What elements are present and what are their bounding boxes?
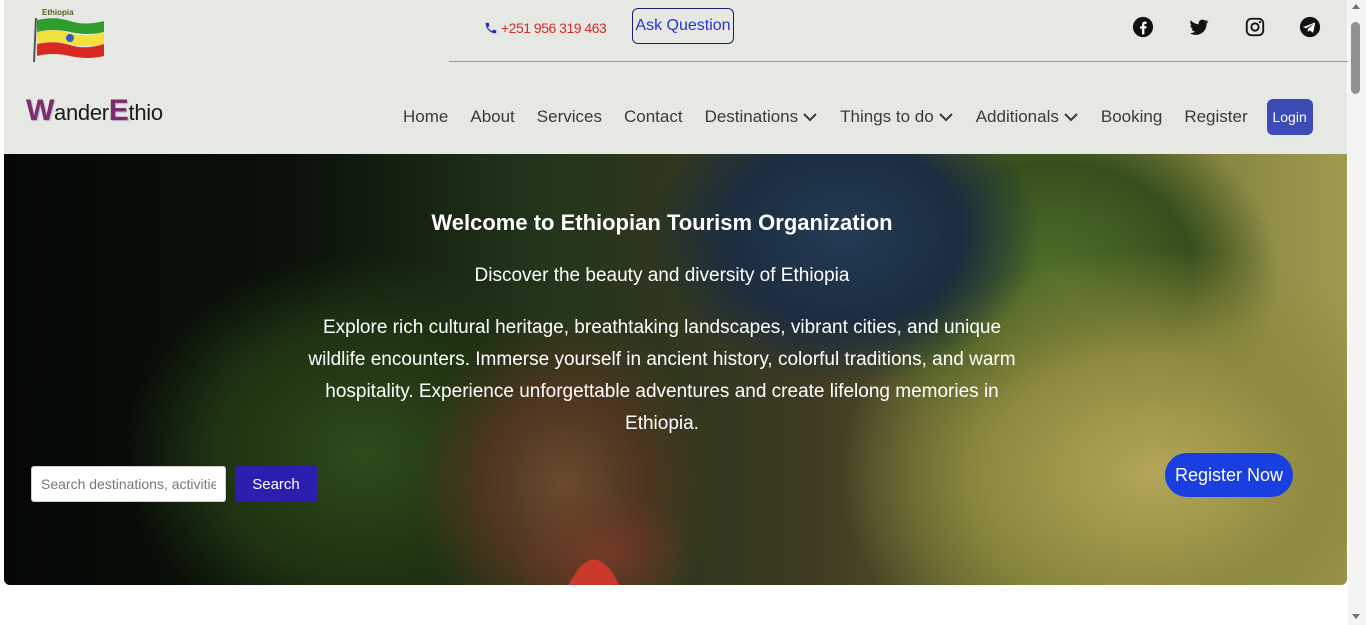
logo-text-ander: ander xyxy=(54,100,109,125)
instagram-icon[interactable] xyxy=(1244,16,1266,38)
nav-label: Services xyxy=(536,107,602,126)
twitter-icon[interactable] xyxy=(1188,16,1210,38)
nav-label: Additionals xyxy=(975,107,1059,126)
nav-item-destinations[interactable]: Destinations xyxy=(694,98,830,136)
nav-item-home[interactable]: Home xyxy=(392,98,459,136)
scroll-down-arrow-icon[interactable] xyxy=(1352,614,1360,619)
logo-initial-w: W xyxy=(26,94,55,127)
nav-label: Contact xyxy=(623,107,683,126)
header-divider xyxy=(449,61,1351,62)
nav-label: About xyxy=(470,107,515,126)
phone-icon xyxy=(485,22,497,34)
page-scrollbar[interactable] xyxy=(1348,0,1366,625)
nav-label: Destinations xyxy=(704,107,799,126)
hero-subtitle: Discover the beauty and diversity of Eth… xyxy=(474,265,850,286)
telegram-icon[interactable] xyxy=(1299,16,1321,38)
search-button[interactable]: Search xyxy=(235,466,317,502)
login-button[interactable]: Login xyxy=(1266,99,1313,135)
nav-item-booking[interactable]: Booking xyxy=(1090,98,1173,136)
hero-title: Welcome to Ethiopian Tourism Organizatio… xyxy=(431,210,893,235)
logo-initial-e: E xyxy=(108,94,129,127)
search-input[interactable] xyxy=(31,466,226,502)
nav-item-additionals[interactable]: Additionals xyxy=(965,98,1090,136)
site-header: Ethiopia +251 956 319 463 Ask Question W… xyxy=(4,0,1351,154)
chevron-down-icon xyxy=(803,113,817,122)
flag-label: Ethiopia xyxy=(42,8,74,17)
nav-item-things-to-do[interactable]: Things to do xyxy=(829,98,965,136)
phone-contact[interactable]: +251 956 319 463 xyxy=(484,20,607,36)
nav-item-contact[interactable]: Contact xyxy=(613,98,694,136)
nav-label: Home xyxy=(403,107,449,126)
hero-description: Explore rich cultural heritage, breathta… xyxy=(308,317,1016,434)
main-nav: Home About Services Contact Destinations… xyxy=(392,98,1313,136)
nav-item-about[interactable]: About xyxy=(459,98,525,136)
nav-label: Things to do xyxy=(840,107,934,126)
scroll-up-arrow-icon[interactable] xyxy=(1352,4,1360,9)
hero-banner: Welcome to Ethiopian Tourism Organizatio… xyxy=(4,154,1347,585)
nav-item-services[interactable]: Services xyxy=(526,98,613,136)
hero-background-image xyxy=(568,559,620,585)
site-logo[interactable]: WanderEthio xyxy=(26,94,163,128)
ethiopia-flag-logo[interactable]: Ethiopia xyxy=(30,8,110,64)
phone-number: +251 956 319 463 xyxy=(501,20,607,36)
chevron-down-icon xyxy=(1064,113,1078,122)
chevron-down-icon xyxy=(938,113,953,122)
page: Ethiopia +251 956 319 463 Ask Question W… xyxy=(0,0,1366,625)
scrollbar-thumb[interactable] xyxy=(1351,22,1360,94)
nav-label: Booking xyxy=(1100,107,1163,126)
register-now-button[interactable]: Register Now xyxy=(1165,453,1293,497)
logo-text-thio: thio xyxy=(128,100,164,125)
ask-question-button[interactable]: Ask Question xyxy=(632,8,734,44)
facebook-icon[interactable] xyxy=(1132,16,1154,38)
nav-item-register[interactable]: Register xyxy=(1173,98,1258,136)
nav-label: Register xyxy=(1184,107,1248,126)
